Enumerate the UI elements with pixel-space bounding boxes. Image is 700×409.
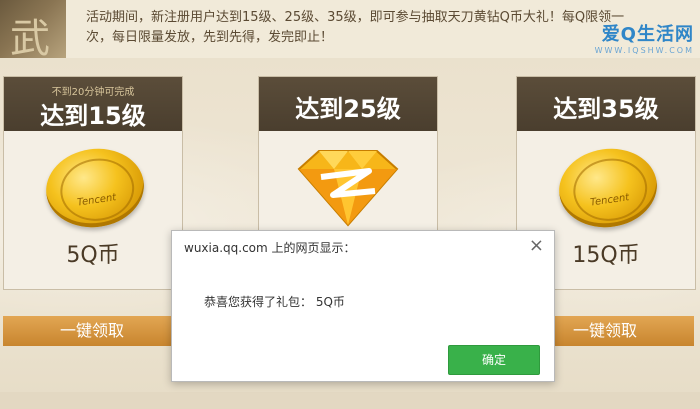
dialog-message: 恭喜您获得了礼包： 5Q币 — [204, 295, 345, 309]
card-reward: 5Q币 — [66, 243, 120, 268]
card-title: 达到15级 — [40, 102, 146, 130]
corner-decoration: 武 — [0, 0, 66, 58]
alert-dialog: wuxia.qq.com 上的网页显示： × 恭喜您获得了礼包： 5Q币 确定 — [171, 230, 555, 382]
close-icon[interactable]: × — [529, 235, 544, 256]
claim-button-15[interactable]: 一键领取 — [3, 316, 181, 346]
notice-bar: 武 活动期间，新注册用户达到15级、25级、35级，即可参与抽取天刀黄钻Q币大礼… — [0, 0, 700, 58]
notice-text: 活动期间，新注册用户达到15级、25级、35级，即可参与抽取天刀黄钻Q币大礼！每… — [86, 10, 625, 45]
card-header: 不到20分钟可完成 达到15级 — [4, 77, 182, 131]
ok-button[interactable]: 确定 — [448, 345, 540, 375]
dialog-title: wuxia.qq.com 上的网页显示： — [184, 241, 356, 255]
card-title: 达到25级 — [295, 95, 401, 123]
brand-url: WWW.IQSHW.COM — [594, 46, 694, 55]
gold-coin-icon: Tencent — [41, 142, 149, 234]
yellow-diamond-icon — [297, 150, 399, 227]
reward-card-15: 不到20分钟可完成 达到15级 Tencent 5Q币 — [3, 76, 183, 290]
card-header: 达到35级 — [517, 77, 695, 131]
brand-watermark: 爱Q生活网 WWW.IQSHW.COM — [595, 20, 694, 55]
bottom-strip — [0, 392, 700, 409]
brand-name: 爱Q生活网 — [601, 24, 694, 45]
gold-coin-icon: Tencent — [554, 142, 662, 234]
card-title: 达到35级 — [553, 95, 659, 123]
card-header: 达到25级 — [259, 77, 437, 131]
